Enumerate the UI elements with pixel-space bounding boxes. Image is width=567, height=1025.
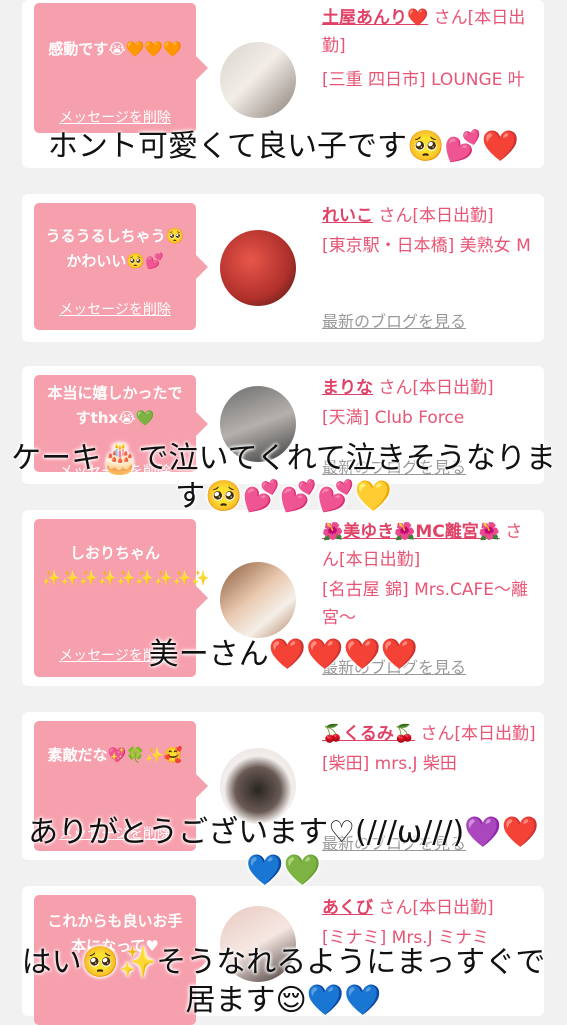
cast-shop: [名古屋 錦] Mrs.CAFE〜離宮〜 [322, 580, 529, 628]
avatar[interactable] [220, 748, 296, 824]
caption-overlay: 美ーさん❤️❤️❤️❤️ [148, 637, 419, 672]
cast-status: さん[本日出勤] [373, 206, 494, 226]
caption-overlay: ケーキ🎂で泣いてくれて泣きそうなります🥺💕💕💕💛 [10, 440, 557, 516]
delete-message-link[interactable]: メッセージを削除 [34, 107, 196, 127]
cast-name-link[interactable]: 🌺美ゆき🌺MC離宮🌺 [322, 522, 500, 542]
caption-overlay: ホント可愛くて良い子です🥺💕❤️ [47, 129, 520, 164]
cast-shop: [東京駅・日本橋] 美熟女 M [322, 236, 531, 256]
latest-blog-link[interactable]: 最新のブログを見る [322, 308, 466, 332]
message-text: 感動です😭🧡🧡🧡 [48, 40, 182, 58]
cast-name-link[interactable]: 土屋あんり❤️ [322, 8, 428, 28]
caption-text: ケーキ🎂で泣いてくれて泣きそうなります🥺💕💕💕💛 [11, 441, 556, 514]
cast-shop: [三重 四日市] LOUNGE 叶 [322, 70, 525, 90]
cast-shop: [天満] Club Force [322, 408, 465, 428]
caption-overlay: はい🥺✨そうなれるようにまっすぐで居ます😌💙💙 [10, 944, 557, 1020]
caption-text: はい🥺✨そうなれるようにまっすぐで居ます😌💙💙 [21, 945, 546, 1018]
avatar[interactable] [220, 42, 296, 118]
caption-overlay: ありがとうございます♡(///ω///)💜❤️💙💚 [10, 814, 557, 890]
cast-status: さん[本日出勤] [415, 724, 536, 744]
delete-message-link[interactable]: メッセージを削除 [34, 299, 196, 319]
message-bubble: 感動です😭🧡🧡🧡 メッセージを削除 [34, 3, 208, 133]
message-text: うるうるしちゃう🥺かわいい🥺💕 [45, 227, 185, 270]
cast-name-link[interactable]: 🍒くるみ🍒 [322, 724, 415, 744]
cast-shop: [柴田] mrs.J 柴田 [322, 754, 457, 774]
cast-status: さん[本日出勤] [373, 898, 494, 918]
message-text: 本当に嬉しかったですthx😭💚 [47, 384, 183, 427]
cast-name-link[interactable]: まりな [322, 378, 373, 398]
avatar[interactable] [220, 230, 296, 306]
caption-text: ありがとうございます♡(///ω///)💜❤️💙💚 [28, 815, 539, 888]
message-text: 素敵だな💖🍀✨🥰 [47, 746, 183, 764]
cast-name-link[interactable]: れいこ [322, 206, 373, 226]
cast-name-link[interactable]: あくび [322, 898, 373, 918]
avatar[interactable] [220, 562, 296, 638]
message-text: しおりちゃん✨✨✨✨✨✨✨✨✨ [42, 544, 211, 587]
message-bubble: うるうるしちゃう🥺かわいい🥺💕 メッセージを削除 [34, 203, 208, 330]
message-card: うるうるしちゃう🥺かわいい🥺💕 メッセージを削除 れいこ さん[本日出勤] [東… [22, 194, 544, 342]
cast-status: さん[本日出勤] [373, 378, 494, 398]
